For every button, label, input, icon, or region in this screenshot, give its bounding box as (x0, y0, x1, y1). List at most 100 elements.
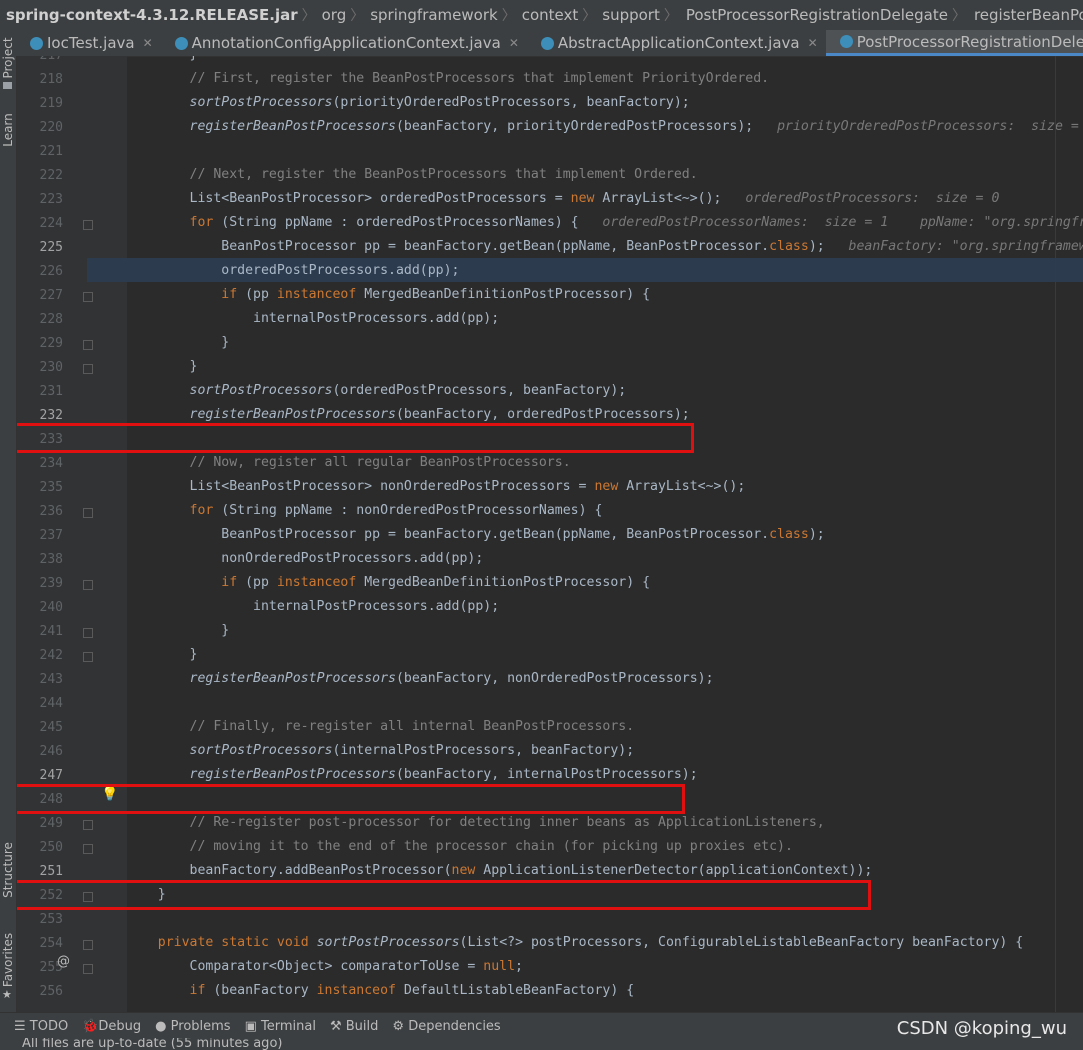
line-number[interactable]: 245 (17, 720, 63, 735)
terminal-label: Terminal (261, 1018, 316, 1034)
tab-label: PostProcessorRegistrationDelegate.java (856, 32, 1083, 51)
learn-tool-button[interactable]: Learn (1, 113, 15, 147)
breadcrumb-class[interactable]: PostProcessorRegistrationDelegate (686, 6, 952, 24)
problems-label: Problems (170, 1018, 231, 1034)
line-number[interactable]: 217 (17, 56, 63, 63)
line-number[interactable]: 222 (17, 168, 63, 183)
line-number[interactable]: 249 (17, 816, 63, 831)
terminal-icon: ▣ (244, 1018, 261, 1034)
tab-post-processor-registration-delegate[interactable]: PostProcessorRegistrationDelegate.java (825, 30, 1083, 56)
breadcrumb-method[interactable]: registerBeanPostProcessors (974, 6, 1083, 24)
line-number[interactable]: 223 (17, 192, 63, 207)
line-number[interactable]: 228 (17, 312, 63, 327)
code-line: sortPostProcessors(orderedPostProcessors… (189, 383, 627, 398)
line-number[interactable]: 253 (17, 912, 63, 927)
fold-marker-icon[interactable] (83, 652, 93, 662)
favorites-tool-button[interactable]: Favorites (1, 933, 15, 987)
close-icon[interactable]: ✕ (509, 36, 519, 50)
line-number[interactable]: 230 (17, 360, 63, 375)
hammer-icon: ⚒ (329, 1018, 346, 1034)
tab-ioctest[interactable]: IocTest.java ✕ (16, 30, 161, 56)
breadcrumb-item-org[interactable]: org (316, 6, 351, 24)
dependencies-label: Dependencies (408, 1018, 501, 1034)
line-number[interactable]: 220 (17, 120, 63, 135)
line-number[interactable]: 236 (17, 504, 63, 519)
list-icon: ☰ (14, 1018, 30, 1034)
line-number[interactable]: 235 (17, 480, 63, 495)
left-tool-strip: Project Learn Structure Favorites ★ (0, 30, 17, 1012)
line-number[interactable]: 254 (17, 936, 63, 951)
line-number[interactable]: 256 (17, 984, 63, 999)
code-line: for (String ppName : nonOrderedPostProce… (189, 503, 603, 518)
code-line: List<BeanPostProcessor> orderedPostProce… (126, 191, 1000, 206)
editor-tab-bar: IocTest.java ✕ AnnotationConfigApplicati… (16, 30, 1083, 57)
code-line: BeanPostProcessor pp = beanFactory.getBe… (126, 527, 825, 542)
line-number[interactable]: 234 (17, 456, 63, 471)
line-number[interactable]: 244 (17, 696, 63, 711)
line-number[interactable]: 218 (17, 72, 63, 87)
line-number[interactable]: 251 (17, 864, 63, 879)
class-icon (30, 36, 43, 50)
problems-tool-button[interactable]: ● Problems (155, 1019, 230, 1034)
line-number[interactable]: 241 (17, 624, 63, 639)
line-number[interactable]: 238 (17, 552, 63, 567)
line-number[interactable]: 243 (17, 672, 63, 687)
close-icon[interactable]: ✕ (808, 36, 818, 50)
line-number[interactable]: 240 (17, 600, 63, 615)
line-number[interactable]: 246 (17, 744, 63, 759)
line-number[interactable]: 239 (17, 576, 63, 591)
fold-marker-icon[interactable] (83, 220, 93, 230)
tab-label: IocTest.java (47, 34, 135, 52)
todo-tool-button[interactable]: ☰ TODO (14, 1019, 68, 1034)
code-line: for (String ppName : orderedPostProcesso… (189, 215, 1083, 230)
line-number[interactable]: 232 (17, 408, 63, 423)
line-number[interactable]: 231 (17, 384, 63, 399)
line-number[interactable]: 219 (17, 96, 63, 111)
line-number[interactable]: 229 (17, 336, 63, 351)
chevron-right-icon: 〉 (301, 8, 316, 24)
dependencies-tool-button[interactable]: ⚙ Dependencies (392, 1019, 500, 1034)
code-line: List<BeanPostProcessor> nonOrderedPostPr… (126, 479, 746, 494)
fold-marker-icon[interactable] (83, 292, 93, 302)
structure-tool-button[interactable]: Structure (1, 842, 15, 898)
breadcrumb-item-context[interactable]: context (516, 6, 583, 24)
line-number[interactable]: 224 (17, 216, 63, 231)
code-line: sortPostProcessors(internalPostProcessor… (189, 743, 635, 758)
fold-marker-icon[interactable] (83, 964, 93, 974)
dependencies-icon: ⚙ (392, 1018, 409, 1034)
star-icon: ★ (2, 988, 12, 1001)
debug-tool-button[interactable]: 🐞Debug (82, 1019, 141, 1034)
code-line: nonOrderedPostProcessors.add(pp); (126, 551, 484, 566)
line-number[interactable]: 237 (17, 528, 63, 543)
fold-marker-icon[interactable] (83, 628, 93, 638)
fold-marker-icon[interactable] (83, 580, 93, 590)
override-icon[interactable]: @ (57, 954, 70, 969)
fold-marker-icon[interactable] (83, 340, 93, 350)
status-bar: All files are up-to-date (55 minutes ago… (0, 1038, 1083, 1050)
line-number[interactable]: 250 (17, 840, 63, 855)
line-number[interactable]: 221 (17, 144, 63, 159)
terminal-tool-button[interactable]: ▣ Terminal (245, 1019, 316, 1034)
tab-abstract-application-context[interactable]: AbstractApplicationContext.java ✕ (527, 30, 826, 56)
fold-marker-icon[interactable] (83, 820, 93, 830)
fold-marker-icon[interactable] (83, 508, 93, 518)
build-tool-button[interactable]: ⚒ Build (330, 1019, 378, 1034)
line-number[interactable]: 226 (17, 264, 63, 279)
breadcrumb-item-support[interactable]: support (596, 6, 664, 24)
code-line: private static void sortPostProcessors(L… (157, 935, 1024, 950)
fold-marker-icon[interactable] (83, 940, 93, 950)
breadcrumb-jar[interactable]: spring-context-4.3.12.RELEASE.jar (0, 6, 302, 24)
line-number[interactable]: 242 (17, 648, 63, 663)
line-number[interactable]: 227 (17, 288, 63, 303)
breadcrumb-item-springframework[interactable]: springframework (364, 6, 501, 24)
code-editor[interactable]: 217 } 218 // First, register the BeanPost… (17, 56, 1083, 1012)
code-line: sortPostProcessors(priorityOrderedPostPr… (189, 95, 690, 110)
fold-marker-icon[interactable] (83, 364, 93, 374)
fold-marker-icon[interactable] (83, 844, 93, 854)
chevron-right-icon: 〉 (663, 8, 678, 24)
line-number[interactable]: 225 (17, 240, 63, 255)
line-number[interactable]: 247 (17, 768, 63, 783)
project-tool-button[interactable]: Project (1, 37, 15, 78)
tab-annotation-config-application-context[interactable]: AnnotationConfigApplicationContext.java … (161, 30, 527, 56)
close-icon[interactable]: ✕ (143, 36, 153, 50)
